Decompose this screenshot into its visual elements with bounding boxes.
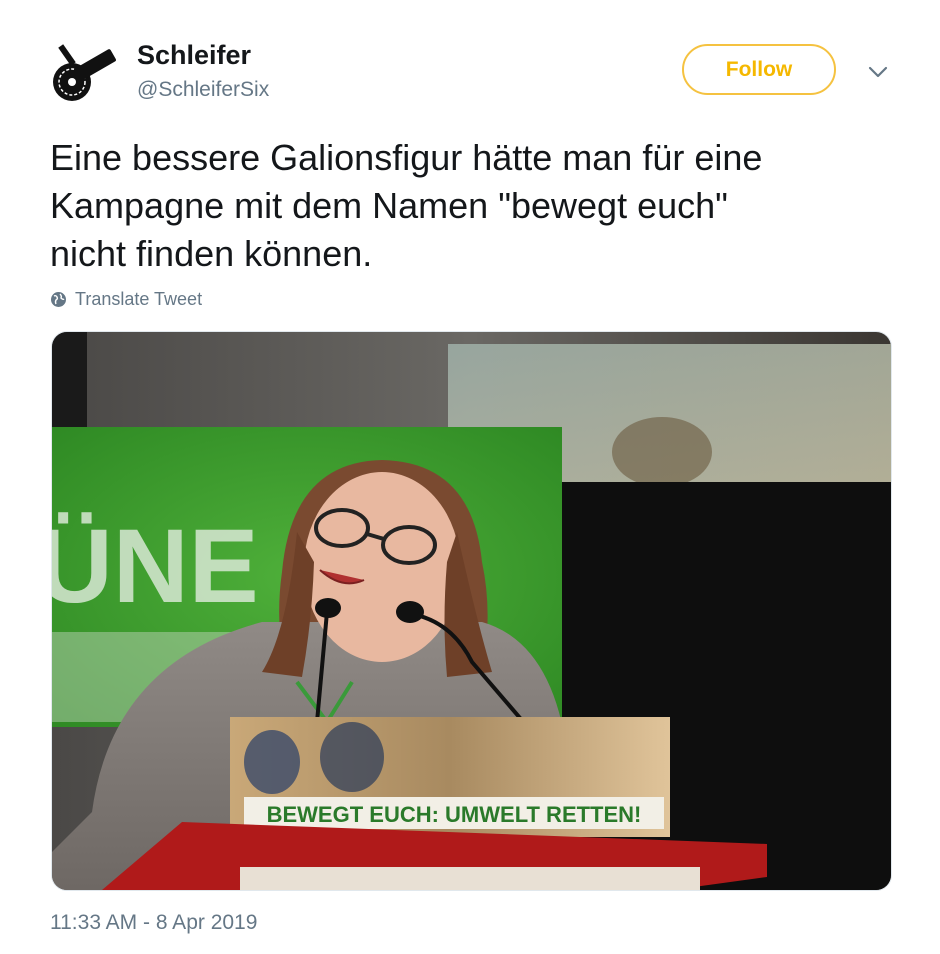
tweet-text-line: nicht finden können. [50, 233, 373, 274]
user-handle[interactable]: @SchleiferSix [137, 78, 269, 102]
globe-icon [51, 292, 66, 307]
angle-grinder-icon [53, 44, 116, 101]
sign-text: BEWEGT EUCH: UMWELT RETTEN! [267, 802, 642, 827]
tweet-text-line: Kampagne mit dem Namen "bewegt euch" [50, 185, 728, 226]
display-name[interactable]: Schleifer [137, 40, 251, 71]
tweet-timestamp[interactable]: 11:33 AM - 8 Apr 2019 [50, 911, 257, 935]
banner-letters: ÜNE [52, 508, 259, 625]
chevron-down-icon[interactable] [866, 62, 890, 82]
translate-tweet-link[interactable]: Translate Tweet [50, 289, 202, 310]
follow-button[interactable]: Follow [682, 44, 836, 95]
photo-scene: ÜNE BEWEGT EUCH: UMWELT RETTEN! [52, 332, 891, 890]
translate-label: Translate Tweet [75, 289, 203, 309]
tweet-photo[interactable]: ÜNE BEWEGT EUCH: UMWELT RETTEN! [51, 331, 892, 891]
avatar[interactable] [50, 42, 122, 106]
tweet-text-line: Eine bessere Galionsfigur hätte man für … [50, 137, 763, 178]
tweet-text: Eine bessere Galionsfigur hätte man für … [50, 134, 900, 278]
